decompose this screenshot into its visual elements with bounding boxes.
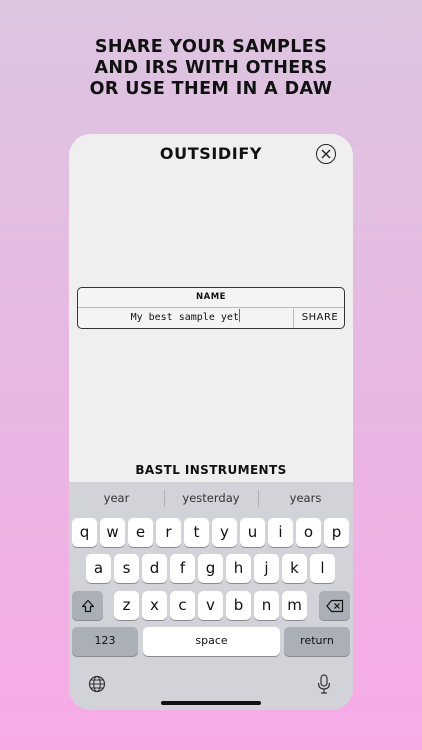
key-f[interactable]: f	[170, 554, 195, 583]
key-n[interactable]: n	[254, 591, 279, 620]
key-a[interactable]: a	[86, 554, 111, 583]
key-k[interactable]: k	[282, 554, 307, 583]
suggestion-1[interactable]: year	[69, 482, 164, 514]
shift-icon	[81, 599, 94, 612]
backspace-icon	[325, 599, 343, 612]
name-input[interactable]: My best sample yet	[78, 308, 293, 328]
key-p[interactable]: p	[324, 518, 349, 547]
key-g[interactable]: g	[198, 554, 223, 583]
backspace-key[interactable]	[319, 591, 350, 620]
key-i[interactable]: i	[268, 518, 293, 547]
name-input-value: My best sample yet	[130, 312, 239, 323]
promo-headline: SHARE YOUR SAMPLES AND IRS WITH OTHERS O…	[0, 37, 422, 100]
return-key[interactable]: return	[284, 627, 350, 656]
name-label: NAME	[78, 288, 344, 308]
key-j[interactable]: j	[254, 554, 279, 583]
key-h[interactable]: h	[226, 554, 251, 583]
microphone-icon[interactable]	[317, 674, 331, 694]
name-form: NAME My best sample yet SHARE	[77, 287, 345, 329]
text-cursor	[238, 309, 241, 322]
share-button[interactable]: SHARE	[293, 308, 346, 328]
numbers-key[interactable]: 123	[72, 627, 138, 656]
headline-line-2: AND IRS WITH OTHERS	[94, 58, 328, 78]
key-m[interactable]: m	[282, 591, 307, 620]
home-indicator	[161, 701, 261, 705]
key-t[interactable]: t	[184, 518, 209, 547]
key-l[interactable]: l	[310, 554, 335, 583]
globe-icon[interactable]	[88, 675, 106, 693]
close-button[interactable]	[316, 144, 336, 164]
key-s[interactable]: s	[114, 554, 139, 583]
key-u[interactable]: u	[240, 518, 265, 547]
keyboard: year yesterday years q w e r t y u i o p…	[69, 482, 353, 710]
headline-line-3: OR USE THEM IN A DAW	[89, 79, 333, 99]
close-icon	[321, 149, 331, 159]
key-b[interactable]: b	[226, 591, 251, 620]
key-e[interactable]: e	[128, 518, 153, 547]
key-v[interactable]: v	[198, 591, 223, 620]
suggestion-2[interactable]: yesterday	[164, 482, 258, 514]
key-r[interactable]: r	[156, 518, 181, 547]
space-key[interactable]: space	[143, 627, 280, 656]
key-d[interactable]: d	[142, 554, 167, 583]
key-w[interactable]: w	[100, 518, 125, 547]
key-y[interactable]: y	[212, 518, 237, 547]
key-x[interactable]: x	[142, 591, 167, 620]
phone-screen: OUTSIDIFY NAME My best sample yet SHARE …	[69, 134, 353, 710]
key-q[interactable]: q	[72, 518, 97, 547]
headline-line-1: SHARE YOUR SAMPLES	[94, 37, 328, 57]
app-title: OUTSIDIFY	[159, 144, 263, 163]
shift-key[interactable]	[72, 591, 103, 620]
key-o[interactable]: o	[296, 518, 321, 547]
key-c[interactable]: c	[170, 591, 195, 620]
suggestion-3[interactable]: years	[258, 482, 353, 514]
key-z[interactable]: z	[114, 591, 139, 620]
brand-label: BASTL INSTRUMENTS	[135, 463, 287, 477]
